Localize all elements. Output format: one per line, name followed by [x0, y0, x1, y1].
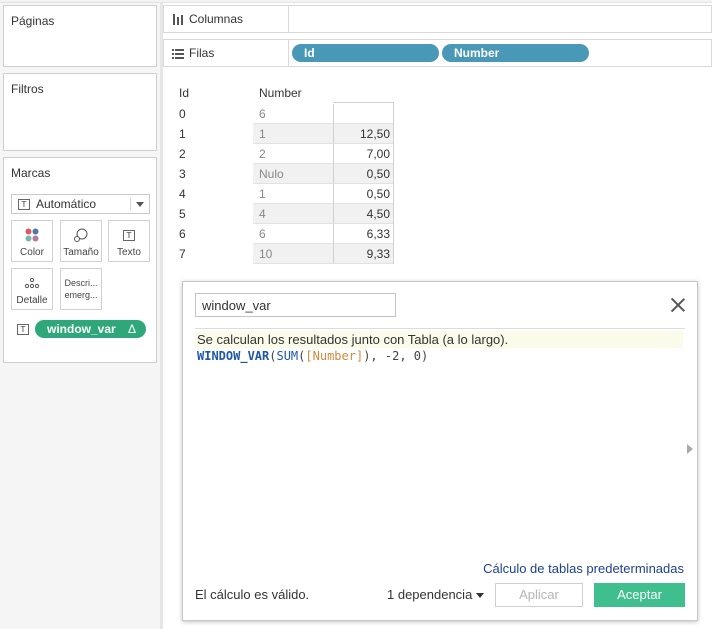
text-mark-icon: T	[18, 198, 30, 210]
cell-id: 2	[179, 147, 186, 161]
cell-number: 2	[259, 147, 266, 161]
columns-shelf[interactable]: Columnas	[163, 5, 712, 33]
window-var-pill-label: window_var	[47, 322, 116, 336]
detail-button[interactable]: Detalle	[11, 268, 53, 310]
cell-id: 1	[179, 127, 186, 141]
apply-button[interactable]: Aplicar	[495, 583, 583, 607]
detail-label: Detalle	[16, 295, 48, 306]
columns-label: Columnas	[189, 12, 244, 26]
marks-title: Marcas	[11, 166, 51, 180]
accept-button[interactable]: Aceptar	[594, 583, 685, 607]
cell-id: 0	[179, 107, 186, 121]
calc-name-input[interactable]	[195, 293, 396, 317]
detail-icon	[12, 275, 52, 291]
close-icon[interactable]	[670, 297, 686, 313]
cell-value: 7,00	[366, 147, 390, 161]
formula-editor[interactable]: WINDOW_VAR(SUM([Number]), -2, 0)	[197, 349, 428, 363]
rows-shelf-label: Filas	[172, 46, 214, 60]
formula-aggregate: SUM	[276, 349, 299, 363]
table-row[interactable]: 4 1 0,50	[173, 184, 394, 204]
cell-number: 1	[259, 127, 266, 141]
cell-value: 9,33	[366, 247, 390, 261]
columns-shelf-label: Columnas	[172, 12, 243, 26]
compute-using-info: Se calculan los resultados junto con Tab…	[195, 331, 683, 348]
window-var-pill[interactable]: window_var Δ	[35, 320, 146, 338]
cell-id: 7	[179, 247, 186, 261]
expand-arrow-icon[interactable]	[687, 444, 693, 454]
color-icon	[12, 227, 52, 243]
delta-icon: Δ	[127, 322, 136, 336]
dialog-divider	[195, 328, 685, 329]
formula-function: WINDOW_VAR	[197, 349, 270, 363]
dependencies-dropdown[interactable]: 1 dependencia	[387, 587, 485, 602]
text-label: Texto	[117, 247, 141, 258]
tooltip-label: Descri... emerg...	[61, 277, 101, 301]
table-row[interactable]: 1 1 12,50	[173, 124, 394, 144]
table-row[interactable]: 7 10 9,33	[173, 244, 394, 264]
cell-number: 4	[259, 207, 266, 221]
shelf-divider	[288, 40, 289, 66]
table-row[interactable]: 5 4 4,50	[173, 204, 394, 224]
tooltip-button[interactable]: Descri... emerg...	[60, 268, 102, 310]
table-row[interactable]: 0 6	[173, 104, 394, 124]
color-label: Color	[20, 247, 44, 258]
validity-status: El cálculo es válido.	[195, 587, 310, 602]
cell-id: 3	[179, 167, 186, 181]
pages-card[interactable]: Páginas	[3, 5, 157, 67]
cell-id: 4	[179, 187, 186, 201]
chevron-down-icon	[136, 202, 144, 207]
chevron-down-icon	[476, 593, 485, 599]
text-icon: T	[109, 227, 149, 243]
cell-value: 0,50	[366, 167, 390, 181]
mark-type-dropdown[interactable]: T Automático	[11, 194, 150, 214]
marks-card: Marcas T Automático Color Tamaño T Texto…	[3, 157, 157, 363]
rows-shelf[interactable]: Filas Id Number	[163, 39, 712, 67]
filters-title: Filtros	[11, 82, 44, 96]
table-row[interactable]: 3 Nulo 0,50	[173, 164, 394, 184]
table-row[interactable]: 6 6 6,33	[173, 224, 394, 244]
size-label: Tamaño	[63, 247, 99, 258]
dropdown-separator	[130, 197, 131, 211]
color-button[interactable]: Color	[11, 220, 53, 262]
rows-label: Filas	[189, 46, 215, 60]
formula-args: ), -2, 0)	[363, 349, 429, 363]
cell-number: 10	[259, 247, 273, 261]
mark-type-label: Automático	[36, 197, 97, 211]
panel-divider[interactable]	[160, 3, 163, 629]
cell-value: 6,33	[366, 227, 390, 241]
cell-number: 6	[259, 227, 266, 241]
default-table-calc-link[interactable]: Cálculo de tablas predeterminadas	[483, 561, 684, 576]
column-header-id: Id	[179, 86, 190, 100]
cell-id: 6	[179, 227, 186, 241]
cell-value: 12,50	[359, 127, 390, 141]
table-border	[393, 102, 394, 264]
id-pill[interactable]: Id	[292, 44, 439, 62]
column-header-number: Number	[259, 86, 302, 100]
cell-number: Nulo	[259, 167, 284, 181]
calculation-editor-dialog: Se calculan los resultados junto con Tab…	[182, 281, 698, 621]
rows-icon	[172, 48, 184, 59]
cell-number: 6	[259, 107, 266, 121]
size-icon	[61, 227, 101, 243]
cell-value: 0,50	[366, 187, 390, 201]
tooltip-label-line1: Descri...	[64, 278, 98, 288]
pages-title: Páginas	[11, 14, 55, 28]
cell-value: 4,50	[366, 207, 390, 221]
table-border	[333, 102, 394, 103]
cell-number: 1	[259, 187, 266, 201]
table-row[interactable]: 2 2 7,00	[173, 144, 394, 164]
cell-id: 5	[179, 207, 186, 221]
filters-card[interactable]: Filtros	[3, 73, 157, 151]
columns-icon	[173, 13, 183, 25]
size-button[interactable]: Tamaño	[60, 220, 102, 262]
dependencies-label: 1 dependencia	[387, 587, 473, 602]
text-mark-icon: T	[17, 324, 29, 335]
text-button[interactable]: T Texto	[108, 220, 150, 262]
shelf-divider	[288, 6, 289, 32]
tooltip-label-line2: emerg...	[64, 290, 98, 300]
formula-field: [Number]	[305, 349, 364, 363]
number-pill[interactable]: Number	[442, 44, 589, 62]
